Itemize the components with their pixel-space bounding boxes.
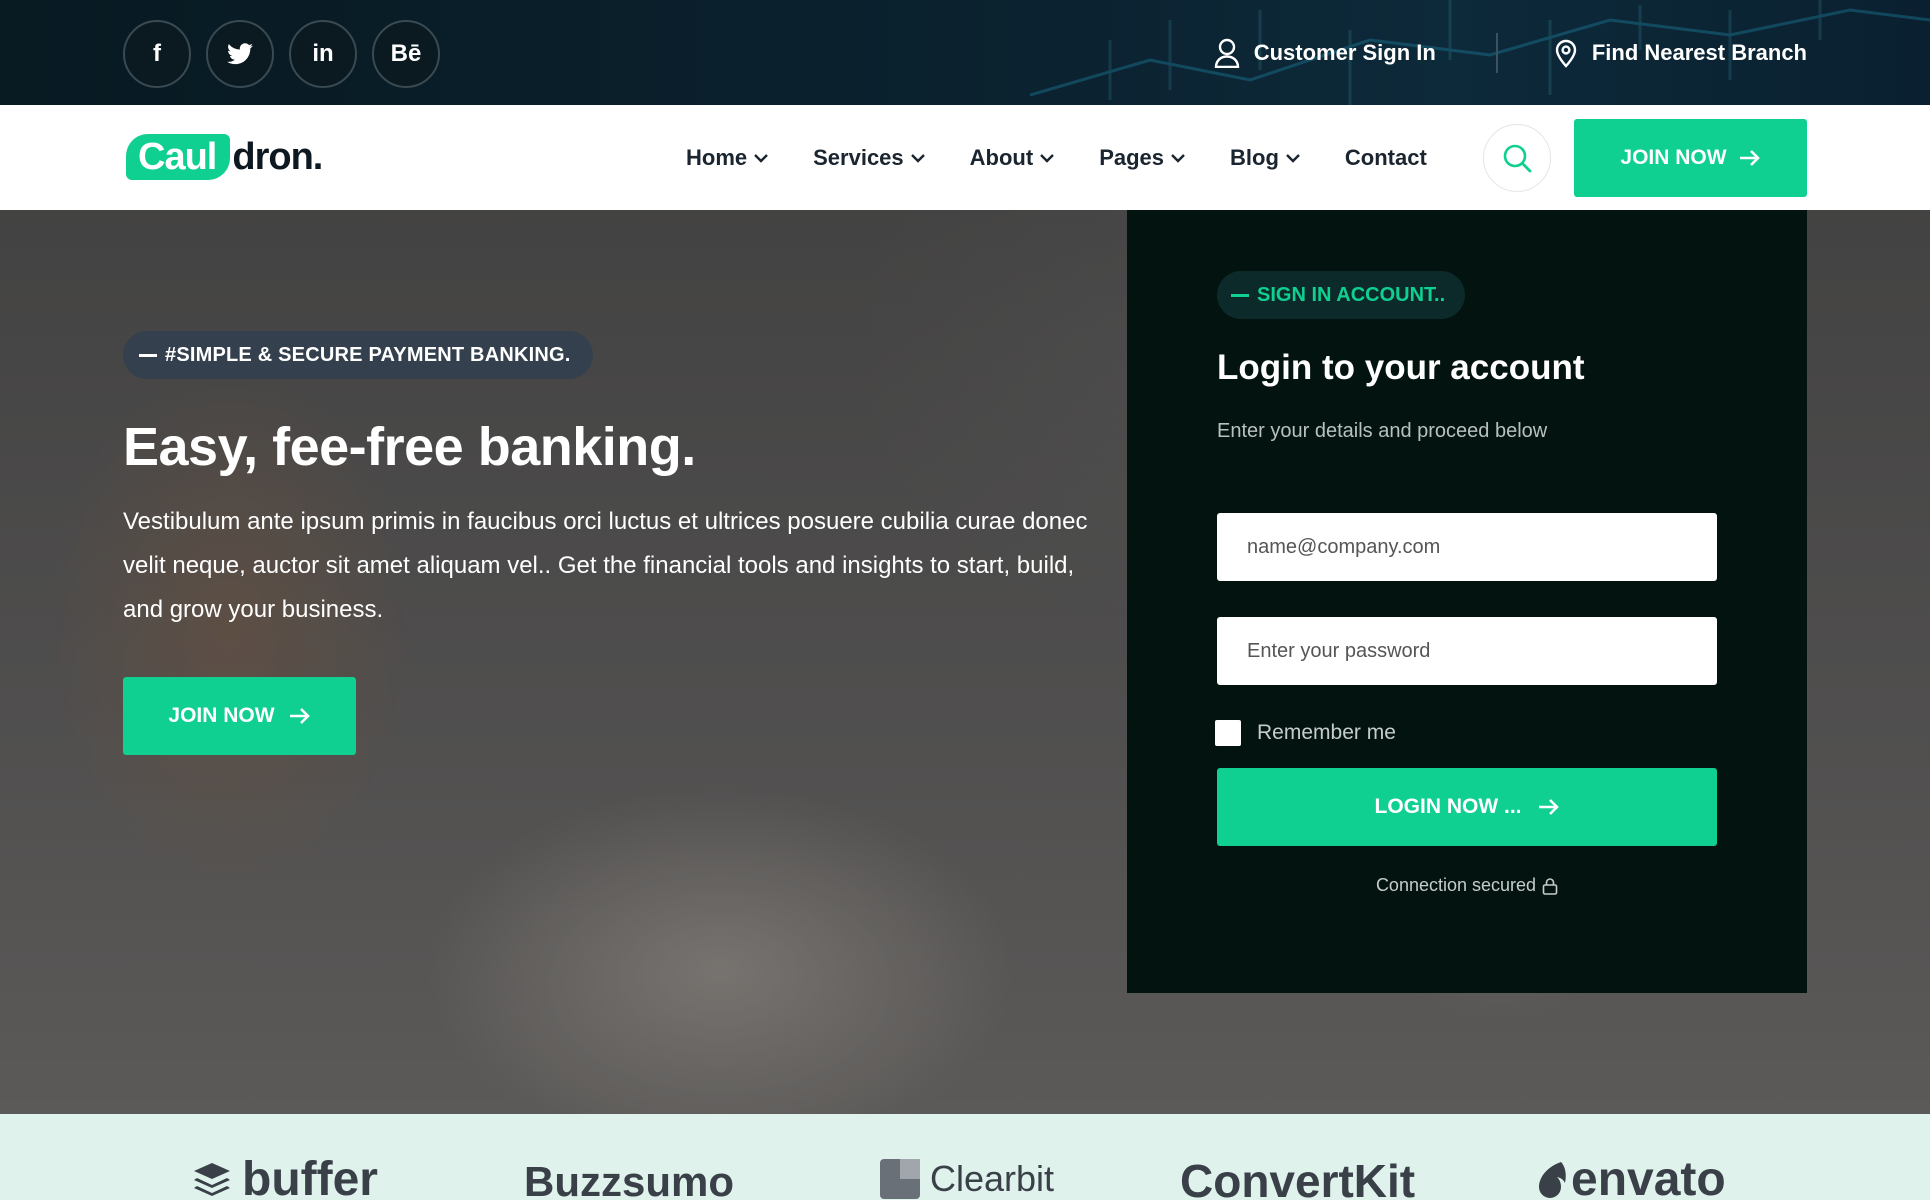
logo-text: dron. xyxy=(232,135,323,178)
chevron-down-icon xyxy=(754,153,768,163)
login-title: Login to your account xyxy=(1217,348,1585,387)
nav-menu: Home Services About Pages Blog Contact xyxy=(686,105,1427,210)
chevron-down-icon xyxy=(910,153,925,163)
nav-item-contact[interactable]: Contact xyxy=(1345,145,1427,171)
nav-item-home[interactable]: Home xyxy=(686,145,769,171)
join-now-button[interactable]: JOIN NOW xyxy=(1574,119,1807,197)
nav-item-services[interactable]: Services xyxy=(813,145,926,171)
nav-item-about[interactable]: About xyxy=(970,145,1056,171)
brand-logos-strip: buffer Buzzsumo Clearbit ConvertKit enva… xyxy=(0,1114,1930,1200)
password-field[interactable] xyxy=(1217,617,1717,685)
twitter-bird-icon xyxy=(227,43,253,65)
nav-item-label: About xyxy=(969,144,1034,170)
facebook-icon[interactable]: f xyxy=(123,20,191,88)
search-icon xyxy=(1503,144,1532,173)
hero-badge-text: #SIMPLE & SECURE PAYMENT BANKING. xyxy=(165,343,571,366)
main-nav: Caul dron. Home Services About Pages Blo… xyxy=(0,105,1930,210)
connection-secured: Connection secured xyxy=(1127,875,1807,896)
linkedin-icon[interactable]: in xyxy=(289,20,357,88)
dash-icon xyxy=(139,353,157,357)
buzzsumo-logo: Buzzsumo xyxy=(524,1158,734,1200)
connection-secured-text: Connection secured xyxy=(1375,875,1537,895)
login-button[interactable]: LOGIN NOW ... xyxy=(1217,768,1717,846)
buffer-stack-icon xyxy=(194,1162,230,1196)
twitter-icon[interactable] xyxy=(206,20,274,88)
brand-name: buffer xyxy=(242,1153,378,1200)
find-branch-label: Find Nearest Branch xyxy=(1591,39,1807,65)
chevron-down-icon xyxy=(1286,153,1300,163)
behance-icon[interactable]: Bē xyxy=(372,20,440,88)
user-icon xyxy=(1214,38,1239,68)
envato-leaf-icon xyxy=(1539,1161,1566,1198)
envato-logo: envato xyxy=(1535,1152,1726,1200)
customer-sign-in-label: Customer Sign In xyxy=(1253,39,1436,65)
login-subtitle: Enter your details and proceed below xyxy=(1217,420,1548,442)
nav-item-label: Contact xyxy=(1344,144,1427,170)
login-badge: SIGN IN ACCOUNT.. xyxy=(1217,271,1466,319)
nav-item-label: Services xyxy=(813,144,904,170)
remember-me-checkbox[interactable] xyxy=(1215,720,1241,746)
login-card: SIGN IN ACCOUNT.. Login to your account … xyxy=(1127,210,1807,993)
convertkit-logo: ConvertKit xyxy=(1180,1154,1415,1200)
hero-description: Vestibulum ante ipsum primis in faucibus… xyxy=(123,508,1088,623)
nav-item-label: Home xyxy=(686,144,748,170)
login-button-label: LOGIN NOW ... xyxy=(1374,795,1522,818)
hero-badge: #SIMPLE & SECURE PAYMENT BANKING. xyxy=(123,331,593,379)
join-now-label: JOIN NOW xyxy=(1620,146,1727,169)
nav-item-label: Blog xyxy=(1230,144,1279,170)
brand-name: ConvertKit xyxy=(1180,1155,1416,1200)
dash-icon xyxy=(1231,293,1249,297)
logo-highlight: Caul xyxy=(126,134,231,180)
remember-me-toggle[interactable]: Remember me xyxy=(1215,720,1396,746)
buffer-logo: buffer xyxy=(192,1152,378,1200)
nav-item-label: Pages xyxy=(1099,144,1165,170)
linkedin-label: in xyxy=(312,40,334,67)
facebook-label: f xyxy=(153,40,161,67)
nav-item-pages[interactable]: Pages xyxy=(1099,145,1186,171)
hero-section: #SIMPLE & SECURE PAYMENT BANKING. Easy, … xyxy=(0,210,1930,1114)
nav-item-blog[interactable]: Blog xyxy=(1230,145,1301,171)
top-links: Customer Sign In Find Nearest Branch xyxy=(1214,0,1807,105)
chevron-down-icon xyxy=(1040,153,1055,163)
hero-join-now-button[interactable]: JOIN NOW xyxy=(123,677,356,755)
behance-label: Bē xyxy=(390,40,422,67)
social-links: f in Bē xyxy=(123,20,440,88)
hero-join-now-label: JOIN NOW xyxy=(168,704,275,727)
top-bar: f in Bē Customer Sign In Find Nearest Br… xyxy=(0,0,1930,105)
search-button[interactable] xyxy=(1483,124,1551,192)
clearbit-logo: Clearbit xyxy=(880,1158,1054,1200)
chevron-down-icon xyxy=(1171,153,1185,163)
hero-title: Easy, fee-free banking. xyxy=(123,417,696,477)
arrow-right-icon xyxy=(1739,150,1760,166)
login-badge-text: SIGN IN ACCOUNT.. xyxy=(1257,283,1446,306)
find-branch-link[interactable]: Find Nearest Branch xyxy=(1554,38,1807,68)
customer-sign-in-link[interactable]: Customer Sign In xyxy=(1214,38,1436,68)
top-divider xyxy=(1495,32,1498,73)
lock-icon xyxy=(1542,877,1558,895)
arrow-right-icon xyxy=(1538,799,1559,815)
map-pin-icon xyxy=(1555,39,1577,68)
brand-name: Clearbit xyxy=(930,1158,1055,1199)
logo[interactable]: Caul dron. xyxy=(126,132,323,182)
brand-name: envato xyxy=(1571,1153,1726,1200)
brand-name: Buzzsumo xyxy=(524,1158,734,1200)
remember-me-label: Remember me xyxy=(1257,721,1396,744)
email-field[interactable] xyxy=(1217,513,1717,581)
clearbit-square-icon xyxy=(880,1159,920,1199)
arrow-right-icon xyxy=(289,708,310,724)
